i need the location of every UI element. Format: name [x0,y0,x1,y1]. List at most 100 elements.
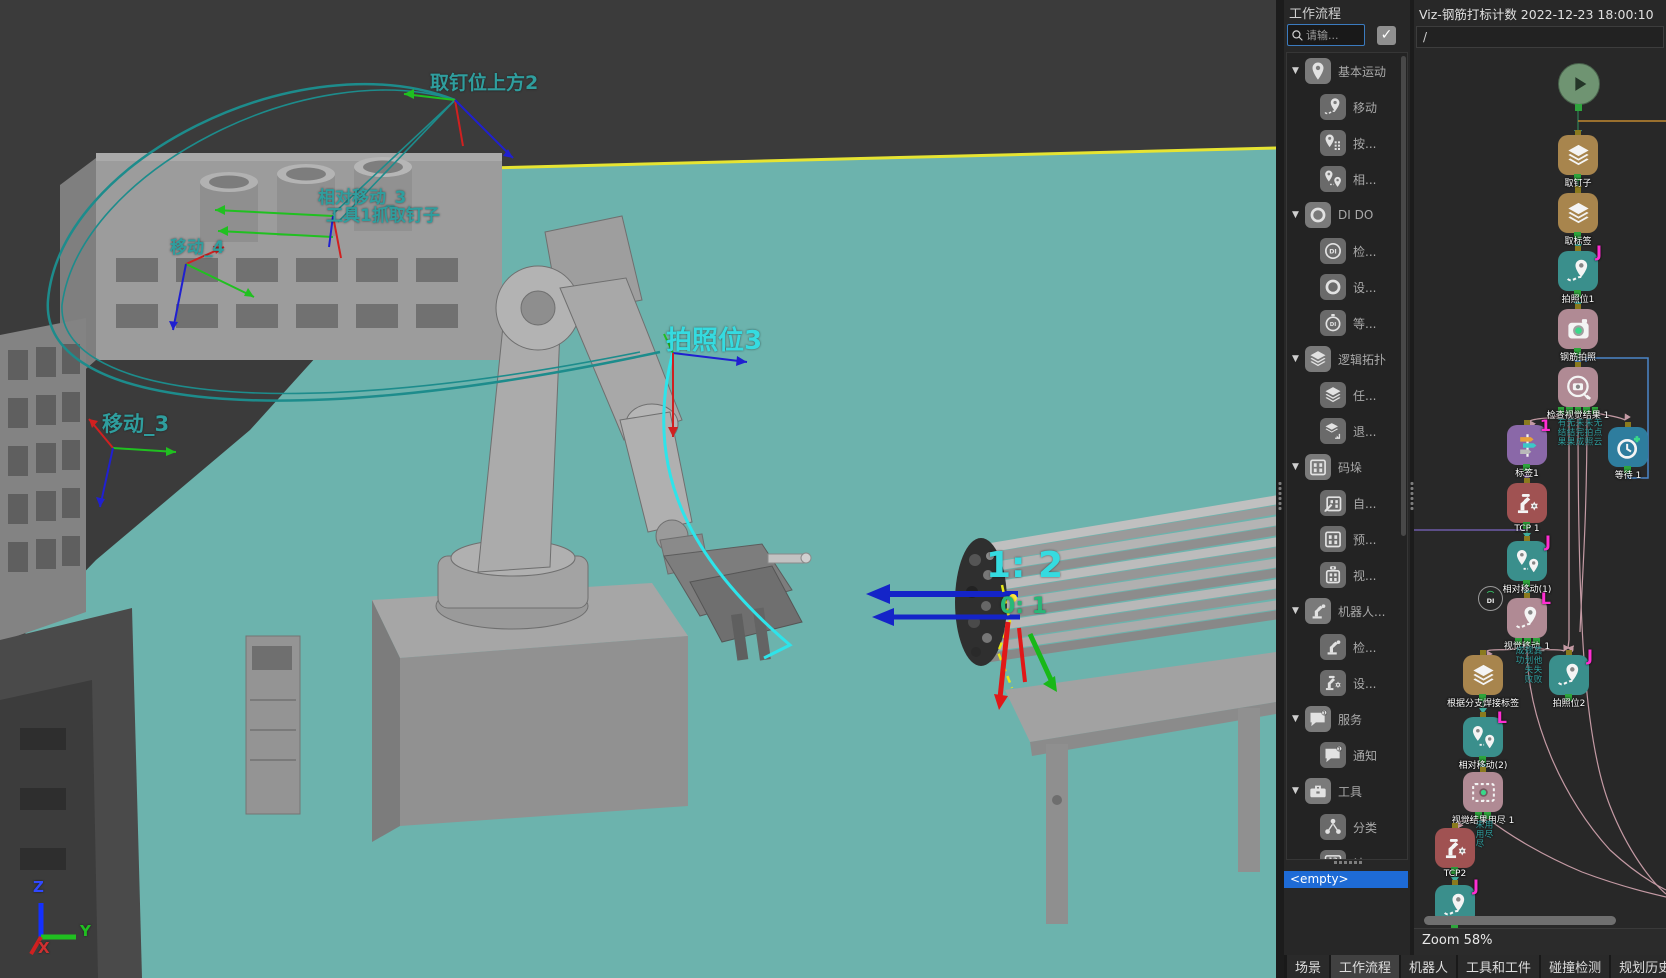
out-port[interactable] [1574,174,1581,181]
waypoint-gongju1-zhuaqudingzi[interactable]: 工具1抓取钉子 [326,208,440,225]
node-qubiaoqian[interactable]: 取标签 [1558,193,1598,233]
out-port[interactable] [1565,694,1572,701]
out-port[interactable] [1523,580,1530,587]
out-port[interactable] [1574,290,1581,297]
tab-4[interactable]: 碰撞检测 [1541,955,1609,978]
out-ports[interactable] [1507,638,1547,645]
node-xiangduiyidong-1[interactable]: J相对移动(1) [1507,541,1547,581]
tree-item-15-robot[interactable]: ▼机器人... [1287,593,1407,629]
tree-item-8-layers[interactable]: ▼逻辑拓扑 [1287,341,1407,377]
tree-item-18-chat[interactable]: ▼服务 [1287,701,1407,737]
count-ratio-label[interactable]: 1: 2 [986,548,1063,584]
collapse-triangle-icon[interactable]: ▼ [1292,714,1302,724]
breadcrumb[interactable]: / [1416,26,1664,48]
waypoint-qudingwei-shangfang2[interactable]: 取钉位上方2 [430,74,538,93]
node-genju-fenzhi-hanjie-biaoqian[interactable]: 根据分支焊接标签 [1463,655,1503,695]
tree-resize-grip[interactable] [1334,861,1362,864]
tab-1[interactable]: 工作流程 [1331,955,1399,978]
out-port[interactable] [1479,694,1486,701]
panel-divider-left[interactable] [1276,0,1284,978]
in-port[interactable] [1524,420,1530,425]
out-ports[interactable] [1558,407,1598,414]
axis-x-label[interactable]: X [38,941,50,956]
in-port[interactable] [1566,650,1572,655]
collapse-triangle-icon[interactable]: ▼ [1292,462,1302,472]
tree-item-21-classify[interactable]: 分类 [1287,809,1407,845]
3d-viewport[interactable]: 取钉位上方2相对移动_3工具1抓取钉子移动_4拍照位3移动_31: 20: 1Z… [0,0,1276,978]
node-biaoqian1[interactable]: 1标签1 [1507,425,1547,465]
step-search-box[interactable] [1287,24,1365,46]
in-port[interactable] [1625,422,1631,427]
selected-empty-item[interactable]: <empty> [1284,871,1408,888]
tree-item-12-pallet-edit[interactable]: 自... [1287,485,1407,521]
out-port[interactable] [1574,232,1581,239]
node-shijue-jieguo-yongjin-1[interactable]: 视觉结果用尽 1 [1463,772,1503,812]
node-dengdai-1[interactable]: 等待 1 [1608,427,1648,467]
tree-item-20-toolbox[interactable]: ▼工具 [1287,773,1407,809]
tree-item-11-pallet[interactable]: ▼码垛 [1287,449,1407,485]
tab-3[interactable]: 工具和工件 [1458,955,1539,978]
collapse-triangle-icon[interactable]: ▼ [1292,210,1302,220]
tree-item-16-robot[interactable]: 检... [1287,629,1407,665]
tree-item-19-chat[interactable]: 通知 [1287,737,1407,773]
out-port[interactable] [1575,104,1582,111]
tree-item-13-pallet[interactable]: 预... [1287,521,1407,557]
in-port[interactable] [1575,246,1581,251]
tree-item-6-ring[interactable]: 设... [1287,269,1407,305]
node-paizhaowei1[interactable]: J拍照位1 [1558,251,1598,291]
tree-item-5-di[interactable]: 检... [1287,233,1407,269]
out-port[interactable] [1624,466,1631,473]
count-sub-label[interactable]: 0: 1 [1000,596,1047,618]
in-port[interactable] [1575,188,1581,193]
waypoint-xiangduiyidong-3[interactable]: 相对移动_3 [318,190,406,207]
tree-item-3-pin-pair[interactable]: 相... [1287,161,1407,197]
out-port[interactable] [1479,756,1486,763]
in-port[interactable] [1524,536,1530,541]
node-paizhaowei2[interactable]: J拍照位2 [1549,655,1589,695]
tree-item-17-tcp[interactable]: 设... [1287,665,1407,701]
tree-item-2-pin-grid[interactable]: 按... [1287,125,1407,161]
out-port[interactable] [1523,464,1530,471]
tab-5[interactable]: 规划历史 [1611,955,1666,978]
node-xiangduiyidong-2[interactable]: L相对移动(2) [1463,717,1503,757]
tree-item-14-pallet-vision[interactable]: 视... [1287,557,1407,593]
in-port[interactable] [1575,130,1581,135]
node-gangjinpaizhao[interactable]: 钢筋拍照 [1558,309,1598,349]
tree-item-0-pin[interactable]: ▼基本运动 [1287,53,1407,89]
in-port[interactable] [1480,767,1486,772]
node-tcp2[interactable]: TCP2 [1435,828,1475,868]
in-port[interactable] [1480,712,1486,717]
graph-horizontal-scrollbar[interactable] [1424,916,1616,925]
in-port[interactable] [1452,823,1458,828]
tree-item-9-layers[interactable]: 任... [1287,377,1407,413]
tree-item-4-ring[interactable]: ▼DI DO [1287,197,1407,233]
tab-0[interactable]: 场景 [1287,955,1329,978]
waypoint-yidong-3[interactable]: 移动_3 [102,414,169,435]
waypoint-paizhaowei3[interactable]: 拍照位3 [666,328,762,354]
search-input[interactable] [1304,28,1364,43]
out-ports[interactable] [1463,812,1503,819]
node-tcp-1[interactable]: TCP 1 [1507,483,1547,523]
out-port[interactable] [1574,348,1581,355]
node-qudingzi[interactable]: 取钉子 [1558,135,1598,175]
in-port[interactable] [1575,304,1581,309]
in-port[interactable] [1524,478,1530,483]
in-port[interactable] [1480,650,1486,655]
tab-2[interactable]: 机器人 [1401,955,1456,978]
tree-item-22-counter[interactable]: 计... [1287,845,1407,860]
tree-item-7-timer[interactable]: 等... [1287,305,1407,341]
filter-checkbox[interactable]: ✓ [1377,26,1396,45]
in-port[interactable] [1524,593,1530,598]
out-port[interactable] [1451,867,1458,874]
axis-y-label[interactable]: Y [80,924,91,939]
collapse-triangle-icon[interactable]: ▼ [1292,606,1302,616]
workflow-graph-panel[interactable]: Viz-钢筋打标计数 2022-12-23 18:00:10 / [1414,0,1666,955]
out-port[interactable] [1523,522,1530,529]
node-shijueyidong-1[interactable]: L⌒DI视觉移动_1 [1507,598,1547,638]
axis-z-label[interactable]: Z [33,880,44,895]
tree-item-10-layers-exit[interactable]: 退... [1287,413,1407,449]
in-port[interactable] [1575,362,1581,367]
start-node-play-button[interactable] [1558,63,1600,105]
collapse-triangle-icon[interactable]: ▼ [1292,786,1302,796]
collapse-triangle-icon[interactable]: ▼ [1292,354,1302,364]
